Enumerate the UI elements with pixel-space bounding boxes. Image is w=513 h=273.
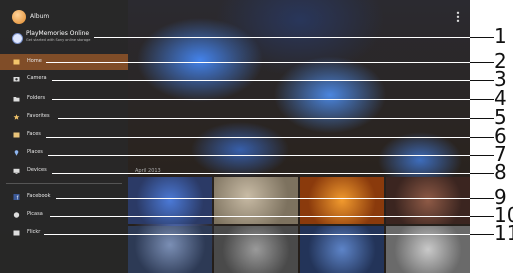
callout-line <box>470 118 494 119</box>
menu-item-label: Favorites <box>27 113 50 119</box>
menu-item-label: Home <box>27 58 42 64</box>
callout-line <box>52 99 470 100</box>
playmemories-icon <box>12 33 23 44</box>
album-app-icon[interactable] <box>12 10 26 24</box>
faces-icon <box>13 132 20 138</box>
menu-item-label: Devices <box>27 167 47 173</box>
devices-icon <box>13 168 20 174</box>
callout-line <box>470 234 494 235</box>
menu-item-label: Flickr <box>27 229 41 235</box>
callout-line <box>470 137 494 138</box>
callout-line <box>56 198 470 199</box>
menu-item-flickr[interactable]: Flickr <box>0 225 128 241</box>
callout-number: 8 <box>494 160 507 184</box>
svg-text:f: f <box>17 195 19 200</box>
callout-line <box>58 118 470 119</box>
menu-item-picasa[interactable]: Picasa <box>0 207 128 223</box>
callout-number: 11 <box>494 221 513 245</box>
action-bar: Album • • • <box>0 0 470 26</box>
callout-line <box>470 216 494 217</box>
menu-item-label: Facebook <box>27 193 51 199</box>
menu-item-facebook[interactable]: f Facebook <box>0 189 128 205</box>
callout-number: 1 <box>494 24 507 48</box>
menu-item-label: Picasa <box>27 211 43 217</box>
callout-line <box>46 62 470 63</box>
callout-line <box>470 37 494 38</box>
playmemories-subtitle: Get started with Sony online storage <box>26 38 91 42</box>
star-icon <box>13 114 20 120</box>
callout-line <box>52 80 470 81</box>
picasa-icon <box>13 212 20 218</box>
menu-item-devices[interactable]: Devices <box>0 163 128 179</box>
app-title: Album <box>30 13 50 20</box>
playmemories-title: PlayMemories Online <box>26 30 90 37</box>
camera-icon <box>13 77 20 82</box>
callout-line <box>44 234 470 235</box>
menu-item-label: Faces <box>27 131 41 137</box>
callout-line <box>470 62 494 63</box>
callout-line <box>48 155 470 156</box>
callout-line <box>470 99 494 100</box>
menu-item-label: Folders <box>27 95 46 101</box>
photo-grid <box>128 177 470 273</box>
callout-line <box>470 198 494 199</box>
menu-item-places[interactable]: Places <box>0 145 128 161</box>
playmemories-online-item[interactable]: PlayMemories Online Get started with Son… <box>10 30 128 50</box>
folder-icon <box>13 97 20 102</box>
home-icon <box>13 59 20 65</box>
callout-line <box>470 173 494 174</box>
facebook-icon: f <box>13 194 20 200</box>
overflow-menu-icon[interactable]: • • • <box>455 10 461 26</box>
menu-item-camera[interactable]: Camera <box>0 71 128 87</box>
menu-item-favorites[interactable]: Favorites <box>0 109 128 125</box>
flickr-icon <box>13 230 20 236</box>
callout-line <box>94 37 470 38</box>
menu-item-faces[interactable]: Faces <box>0 127 128 143</box>
menu-divider <box>6 183 122 184</box>
menu-item-label: Places <box>27 149 43 155</box>
places-icon <box>14 150 19 156</box>
callout-line <box>52 173 470 174</box>
menu-item-label: Camera <box>27 75 47 81</box>
callout-line <box>50 216 470 217</box>
callout-line <box>46 137 470 138</box>
callout-line <box>470 80 494 81</box>
album-screen: April 2013 PlayMemories Online Get start… <box>0 0 470 273</box>
callout-line <box>470 155 494 156</box>
